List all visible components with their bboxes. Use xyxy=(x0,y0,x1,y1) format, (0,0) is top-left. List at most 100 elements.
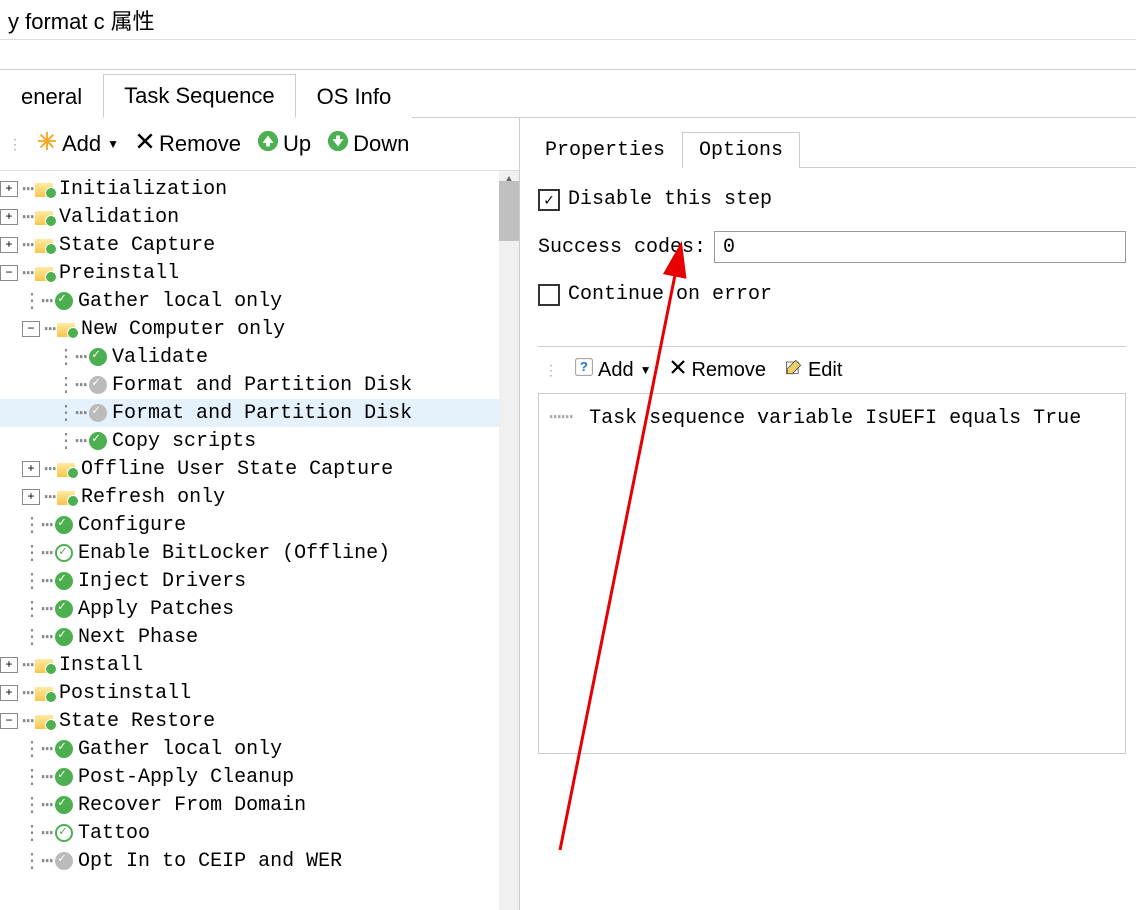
node-validation[interactable]: +⋯ Validation xyxy=(0,203,519,231)
node-postinstall[interactable]: +⋯ Postinstall xyxy=(0,679,519,707)
node-preinstall[interactable]: −⋯ Preinstall xyxy=(0,259,519,287)
svg-text:?: ? xyxy=(580,359,588,374)
folder-icon xyxy=(35,685,55,701)
cond-remove-button[interactable]: Remove xyxy=(663,356,771,384)
down-button[interactable]: Down xyxy=(321,128,415,160)
node-offline-user-state[interactable]: +⋯ Offline User State Capture xyxy=(0,455,519,483)
dropdown-caret-icon: ▼ xyxy=(640,363,652,377)
node-format-partition-1[interactable]: ⋮⋯ Format and Partition Disk xyxy=(0,371,519,399)
right-pane: Properties Options Disable this step Suc… xyxy=(520,118,1136,910)
tab-properties[interactable]: Properties xyxy=(528,132,682,168)
node-initialization[interactable]: +⋯ Initialization xyxy=(0,175,519,203)
edit-icon xyxy=(784,357,804,383)
node-opt-in-ceip[interactable]: ⋮⋯ Opt In to CEIP and WER xyxy=(0,847,519,875)
titlebar-spacer xyxy=(0,40,1136,70)
node-enable-bitlocker[interactable]: ⋮⋯ Enable BitLocker (Offline) xyxy=(0,539,519,567)
node-install[interactable]: +⋯ Install xyxy=(0,651,519,679)
node-gather-local[interactable]: ⋮⋯ Gather local only xyxy=(0,287,519,315)
folder-icon xyxy=(35,713,55,729)
disable-step-checkbox[interactable] xyxy=(538,189,560,211)
node-next-phase[interactable]: ⋮⋯ Next Phase xyxy=(0,623,519,651)
expand-icon[interactable]: + xyxy=(22,489,40,505)
collapse-icon[interactable]: − xyxy=(0,265,18,281)
collapse-icon[interactable]: − xyxy=(22,321,40,337)
add-button[interactable]: Add ▼ xyxy=(30,128,125,160)
tab-options[interactable]: Options xyxy=(682,132,800,168)
task-tree[interactable]: ▲ +⋯ Initialization +⋯ Validation +⋯ Sta… xyxy=(0,171,519,910)
cond-add-button[interactable]: ? Add ▼ xyxy=(568,355,657,385)
check-outline-icon xyxy=(55,824,73,842)
expand-icon[interactable]: + xyxy=(0,237,18,253)
check-icon xyxy=(89,348,107,366)
x-icon xyxy=(135,131,155,157)
toolbar-grip-icon: ⋮ xyxy=(8,136,22,153)
node-copy-scripts[interactable]: ⋮⋯ Copy scripts xyxy=(0,427,519,455)
expand-icon[interactable]: + xyxy=(0,209,18,225)
remove-button[interactable]: Remove xyxy=(129,129,247,159)
up-arrow-icon xyxy=(257,130,279,158)
condition-toolbar: ⋮ ? Add ▼ Remove xyxy=(538,346,1126,394)
tab-task-sequence[interactable]: Task Sequence xyxy=(103,74,295,118)
node-tattoo[interactable]: ⋮⋯ Tattoo xyxy=(0,819,519,847)
node-gather-local-2[interactable]: ⋮⋯ Gather local only xyxy=(0,735,519,763)
folder-icon xyxy=(57,321,77,337)
titlebar: y format c 属性 xyxy=(0,0,1136,40)
folder-icon xyxy=(35,237,55,253)
node-format-partition-2[interactable]: ⋮⋯ Format and Partition Disk xyxy=(0,399,519,427)
folder-icon xyxy=(35,657,55,673)
check-icon xyxy=(55,516,73,534)
check-disabled-icon xyxy=(89,404,107,422)
expand-icon[interactable]: + xyxy=(0,657,18,673)
node-refresh-only[interactable]: +⋯ Refresh only xyxy=(0,483,519,511)
check-icon xyxy=(55,292,73,310)
check-icon xyxy=(55,768,73,786)
folder-icon xyxy=(35,181,55,197)
window-title: y format c 属性 xyxy=(8,4,155,36)
cond-edit-button[interactable]: Edit xyxy=(778,355,848,385)
node-state-restore[interactable]: −⋯ State Restore xyxy=(0,707,519,735)
help-icon: ? xyxy=(574,357,594,383)
folder-icon xyxy=(35,265,55,281)
sub-tabs: Properties Options xyxy=(528,118,1136,168)
node-post-apply-cleanup[interactable]: ⋮⋯ Post-Apply Cleanup xyxy=(0,763,519,791)
collapse-icon[interactable]: − xyxy=(0,713,18,729)
main-tabs: eneral Task Sequence OS Info xyxy=(0,70,1136,118)
left-pane: ⋮ Add ▼ Remove Up xyxy=(0,118,520,910)
folder-icon xyxy=(57,461,77,477)
check-disabled-icon xyxy=(89,376,107,394)
condition-item[interactable]: Task sequence variable IsUEFI equals Tru… xyxy=(549,404,1115,430)
tab-os-info[interactable]: OS Info xyxy=(296,75,413,118)
continue-on-error-label: Continue on error xyxy=(568,283,772,306)
node-state-capture[interactable]: +⋯ State Capture xyxy=(0,231,519,259)
node-inject-drivers[interactable]: ⋮⋯ Inject Drivers xyxy=(0,567,519,595)
check-icon xyxy=(55,628,73,646)
expand-icon[interactable]: + xyxy=(0,685,18,701)
check-disabled-icon xyxy=(55,852,73,870)
node-validate[interactable]: ⋮⋯ Validate xyxy=(0,343,519,371)
tab-general[interactable]: eneral xyxy=(0,75,103,118)
x-icon xyxy=(669,358,687,382)
scrollbar-thumb[interactable] xyxy=(499,181,519,241)
node-apply-patches[interactable]: ⋮⋯ Apply Patches xyxy=(0,595,519,623)
expand-icon[interactable]: + xyxy=(0,181,18,197)
node-new-computer[interactable]: −⋯ New Computer only xyxy=(0,315,519,343)
check-icon xyxy=(55,600,73,618)
folder-icon xyxy=(35,209,55,225)
sparkle-icon xyxy=(36,130,58,158)
scrollbar[interactable]: ▲ xyxy=(499,171,519,910)
node-recover-from-domain[interactable]: ⋮⋯ Recover From Domain xyxy=(0,791,519,819)
sequence-toolbar: ⋮ Add ▼ Remove Up xyxy=(0,118,519,171)
success-codes-label: Success codes: xyxy=(538,236,706,259)
continue-on-error-checkbox[interactable] xyxy=(538,284,560,306)
folder-icon xyxy=(57,489,77,505)
success-codes-input[interactable] xyxy=(714,231,1126,263)
node-configure[interactable]: ⋮⋯ Configure xyxy=(0,511,519,539)
check-icon xyxy=(55,796,73,814)
dropdown-caret-icon: ▼ xyxy=(107,137,119,151)
check-icon xyxy=(89,432,107,450)
condition-list[interactable]: Task sequence variable IsUEFI equals Tru… xyxy=(538,394,1126,754)
toolbar-grip-icon: ⋮ xyxy=(544,362,558,379)
up-button[interactable]: Up xyxy=(251,128,317,160)
check-icon xyxy=(55,572,73,590)
expand-icon[interactable]: + xyxy=(22,461,40,477)
